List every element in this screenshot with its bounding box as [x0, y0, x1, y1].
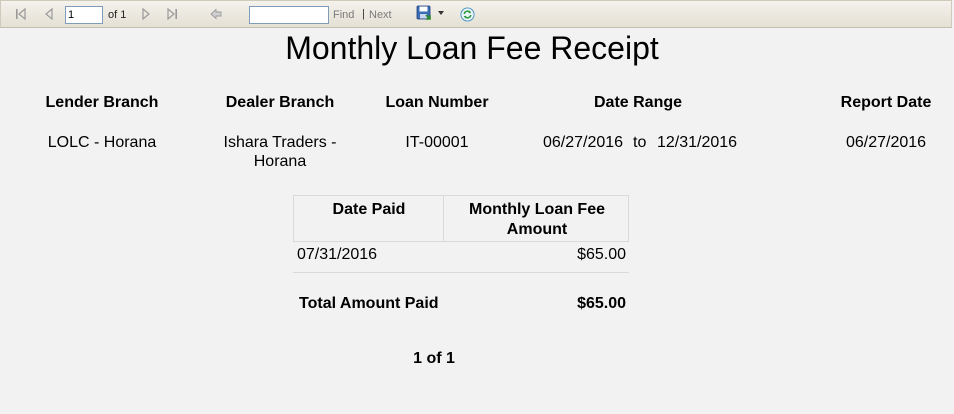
payments-table-header: Date Paid Monthly Loan Fee Amount [293, 195, 629, 242]
loan-number-value: IT-00001 [405, 134, 469, 151]
report-date-value: 06/27/2016 [845, 134, 927, 151]
amount-column-header-line1: Monthly Loan Fee [469, 201, 605, 218]
find-text-input[interactable] [249, 6, 329, 24]
find-next-link[interactable]: Next [369, 9, 392, 21]
report-toolbar: of 1 Find | Next [0, 0, 952, 28]
row-date-paid: 07/31/2016 [297, 246, 378, 263]
export-dropdown-arrow-icon[interactable] [438, 11, 444, 16]
dealer-branch-value-line1: Ishara Traders - [223, 134, 337, 151]
total-amount-value: $65.00 [577, 295, 626, 312]
date-range-header: Date Range [593, 94, 683, 111]
find-link[interactable]: Find [333, 9, 354, 21]
total-pages-label: of 1 [108, 9, 127, 21]
row-amount: $65.00 [577, 246, 626, 263]
amount-column-header: Monthly Loan Fee Amount [444, 200, 630, 240]
date-range-from: 06/27/2016 [543, 134, 624, 151]
export-save-icon[interactable] [416, 5, 432, 21]
back-to-parent-icon[interactable] [210, 8, 222, 20]
date-range-to: 12/31/2016 [657, 134, 738, 151]
dealer-branch-value-line2: Horana [253, 153, 307, 170]
table-row-divider [293, 272, 629, 273]
dealer-branch-value: Ishara Traders - Horana [200, 133, 360, 171]
lender-branch-value: LOLC - Horana [47, 134, 157, 151]
date-range-to-word: to [633, 134, 647, 151]
dealer-branch-header: Dealer Branch [225, 94, 335, 111]
loan-number-header: Loan Number [385, 94, 489, 111]
report-date-header: Report Date [840, 94, 932, 111]
lender-branch-header: Lender Branch [45, 94, 159, 111]
find-separator: | [362, 8, 365, 20]
total-amount-label: Total Amount Paid [299, 295, 439, 312]
page-indicator: 1 of 1 [413, 350, 455, 367]
amount-column-header-line2: Amount [506, 221, 568, 238]
date-paid-column-header: Date Paid [332, 201, 406, 218]
last-page-icon[interactable] [166, 8, 178, 20]
current-page-input[interactable] [65, 6, 103, 24]
first-page-icon[interactable] [15, 8, 27, 20]
previous-page-icon[interactable] [43, 8, 55, 20]
refresh-icon[interactable] [460, 7, 475, 22]
next-page-icon[interactable] [140, 8, 152, 20]
report-title: Monthly Loan Fee Receipt [285, 30, 659, 66]
